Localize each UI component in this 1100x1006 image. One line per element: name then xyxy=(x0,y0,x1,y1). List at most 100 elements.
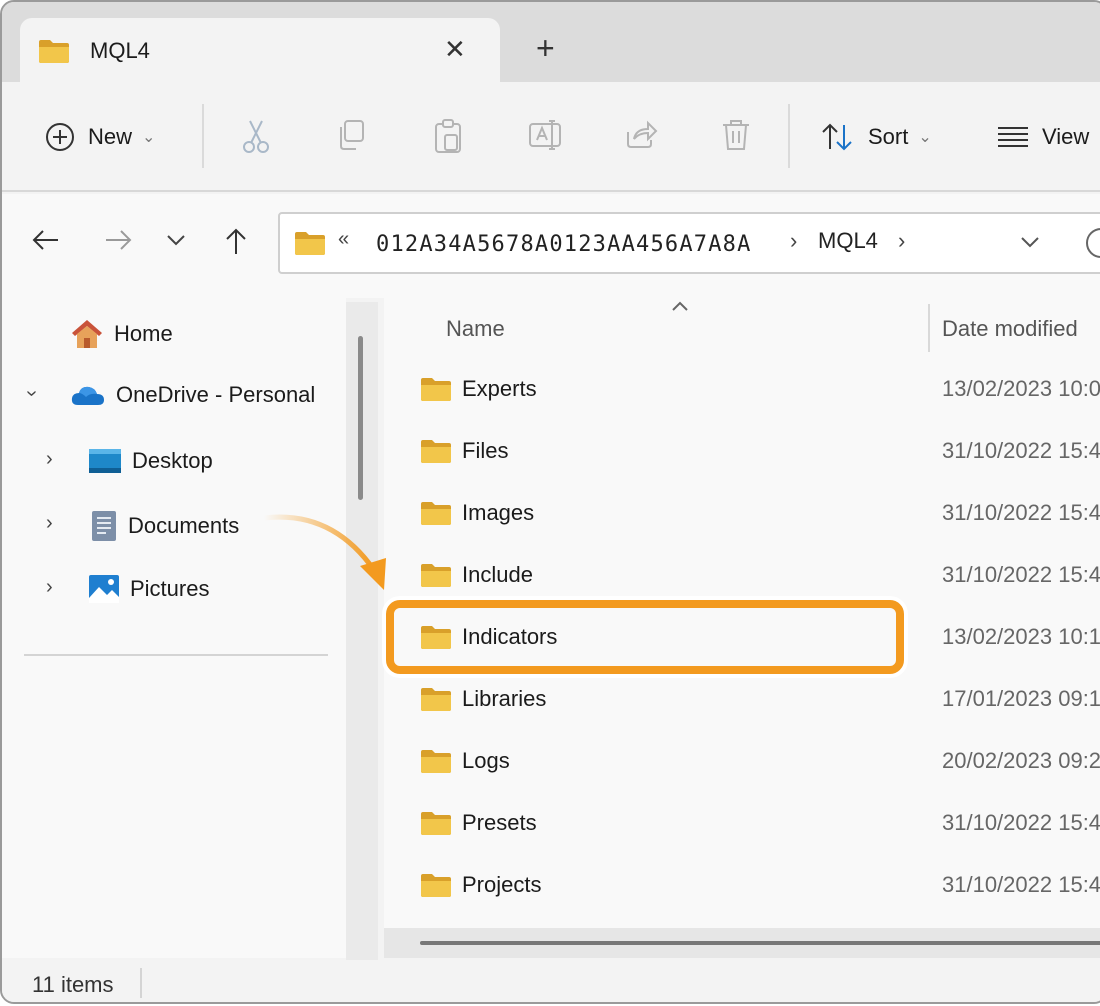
pictures-icon xyxy=(89,575,119,603)
column-header-date-modified[interactable]: Date modified xyxy=(942,316,1078,342)
sidebar-divider xyxy=(24,654,328,656)
sidebar-item-label: Home xyxy=(114,321,173,346)
column-divider[interactable] xyxy=(928,304,930,352)
view-button[interactable]: View xyxy=(996,112,1089,162)
file-name: Libraries xyxy=(462,686,547,711)
status-divider xyxy=(140,968,142,998)
rename-icon[interactable] xyxy=(528,118,562,152)
file-row[interactable]: Presets 31/10/2022 15:4 xyxy=(384,794,1100,854)
file-date: 20/02/2023 09:2 xyxy=(942,748,1100,773)
file-row[interactable]: Logs 20/02/2023 09:2 xyxy=(384,732,1100,792)
toolbar-divider xyxy=(202,104,204,168)
file-row[interactable]: Files 31/10/2022 15:4 xyxy=(384,422,1100,482)
more-locations-icon[interactable]: « xyxy=(338,228,349,251)
folder-icon xyxy=(420,686,452,712)
file-name: Images xyxy=(462,500,535,525)
sidebar-scrollbar-thumb[interactable] xyxy=(358,336,363,500)
navigation-bar: « 012A34A5678A0123AA456A7A8A › MQL4 › xyxy=(2,194,1100,298)
folder-icon xyxy=(420,872,452,898)
home-icon xyxy=(72,320,102,348)
folder-icon xyxy=(420,748,452,774)
breadcrumb-chevron-icon[interactable]: › xyxy=(898,228,905,254)
sidebar-item-pictures[interactable]: Pictures xyxy=(88,574,209,604)
column-header-name[interactable]: Name xyxy=(446,316,505,342)
onedrive-cloud-icon xyxy=(71,386,104,405)
address-dropdown-icon[interactable] xyxy=(1018,230,1042,254)
refresh-icon[interactable] xyxy=(1086,228,1100,258)
file-date: 13/02/2023 10:1 xyxy=(942,624,1100,649)
sidebar-item-documents[interactable]: Documents xyxy=(90,510,239,542)
sort-icon xyxy=(822,123,852,151)
indicators-highlight-box xyxy=(386,600,904,674)
file-row[interactable]: Images 31/10/2022 15:4 xyxy=(384,484,1100,544)
file-row[interactable]: Experts 13/02/2023 10:0 xyxy=(384,360,1100,420)
new-button[interactable]: New ⌄ xyxy=(44,112,155,162)
forward-arrow-icon[interactable] xyxy=(102,226,134,254)
copy-icon[interactable] xyxy=(336,118,368,152)
status-bar: 11 items xyxy=(2,960,1100,1002)
tab-bar: MQL4 ✕ + xyxy=(2,2,1100,82)
close-icon[interactable]: ✕ xyxy=(444,34,466,65)
folder-icon xyxy=(294,230,326,256)
sort-ascending-caret-icon xyxy=(672,301,688,311)
folder-icon xyxy=(420,500,452,526)
tab-mql4[interactable]: MQL4 ✕ xyxy=(20,18,500,82)
file-date: 13/02/2023 10:0 xyxy=(942,376,1100,401)
sidebar-item-label: Desktop xyxy=(132,448,213,473)
chevron-down-icon: ⌄ xyxy=(142,129,156,146)
sidebar-item-onedrive[interactable]: OneDrive - Personal xyxy=(70,382,315,408)
breadcrumb-account[interactable]: 012A34A5678A0123AA456A7A8A xyxy=(376,232,752,257)
sort-label: Sort xyxy=(868,124,909,149)
horizontal-scrollbar-thumb[interactable] xyxy=(420,941,1100,945)
share-icon[interactable] xyxy=(624,118,658,152)
cut-icon[interactable] xyxy=(240,118,272,154)
command-bar: New ⌄ Sort ⌄ View xyxy=(2,82,1100,192)
sidebar-item-label: OneDrive - Personal xyxy=(116,382,316,407)
tab-title: MQL4 xyxy=(90,38,150,63)
documents-icon xyxy=(92,511,116,541)
file-row[interactable]: Include 31/10/2022 15:4 xyxy=(384,546,1100,606)
file-name: Files xyxy=(462,438,509,463)
file-name: Presets xyxy=(462,810,537,835)
pointer-arrow-icon xyxy=(263,514,386,590)
file-name: Include xyxy=(462,562,533,587)
back-arrow-icon[interactable] xyxy=(30,226,62,254)
sidebar-item-home[interactable]: Home xyxy=(70,318,173,350)
file-row[interactable]: Projects 31/10/2022 15:4 xyxy=(384,856,1100,916)
recent-locations-chevron-icon[interactable] xyxy=(164,232,188,248)
folder-icon xyxy=(420,438,452,464)
navigation-pane: Home › OneDrive - Personal › Desktop › D… xyxy=(2,298,346,958)
expand-chevron-icon[interactable]: › xyxy=(46,448,53,471)
file-date: 31/10/2022 15:4 xyxy=(942,500,1100,525)
file-name: Projects xyxy=(462,872,542,897)
breadcrumb-mql4[interactable]: MQL4 xyxy=(818,228,878,254)
delete-icon[interactable] xyxy=(720,118,752,152)
sidebar-item-desktop[interactable]: Desktop xyxy=(88,446,213,476)
address-bar[interactable]: « 012A34A5678A0123AA456A7A8A › MQL4 › xyxy=(278,212,1100,274)
file-date: 31/10/2022 15:4 xyxy=(942,438,1100,463)
view-icon xyxy=(998,127,1028,147)
file-name: Experts xyxy=(462,376,537,401)
file-row[interactable]: Libraries 17/01/2023 09:1 xyxy=(384,670,1100,730)
breadcrumb-chevron-icon[interactable]: › xyxy=(790,228,797,254)
folder-icon xyxy=(420,376,452,402)
up-arrow-icon[interactable] xyxy=(222,226,250,256)
desktop-icon xyxy=(89,449,121,473)
sidebar-item-label: Documents xyxy=(128,513,240,538)
paste-icon[interactable] xyxy=(432,118,464,154)
file-date: 31/10/2022 15:4 xyxy=(942,562,1100,587)
sidebar-item-label: Pictures xyxy=(130,576,210,601)
collapse-chevron-icon[interactable]: › xyxy=(20,390,43,397)
plus-circle-icon xyxy=(46,123,74,151)
folder-icon xyxy=(420,562,452,588)
item-count: 11 items xyxy=(32,972,114,997)
file-date: 17/01/2023 09:1 xyxy=(942,686,1100,711)
view-label: View xyxy=(1042,124,1090,149)
file-date: 31/10/2022 15:4 xyxy=(942,872,1100,897)
file-date: 31/10/2022 15:4 xyxy=(942,810,1100,835)
file-name: Logs xyxy=(462,748,510,773)
sort-button[interactable]: Sort ⌄ xyxy=(820,112,932,162)
expand-chevron-icon[interactable]: › xyxy=(46,576,53,599)
expand-chevron-icon[interactable]: › xyxy=(46,512,53,535)
add-tab-button[interactable]: + xyxy=(536,32,555,64)
